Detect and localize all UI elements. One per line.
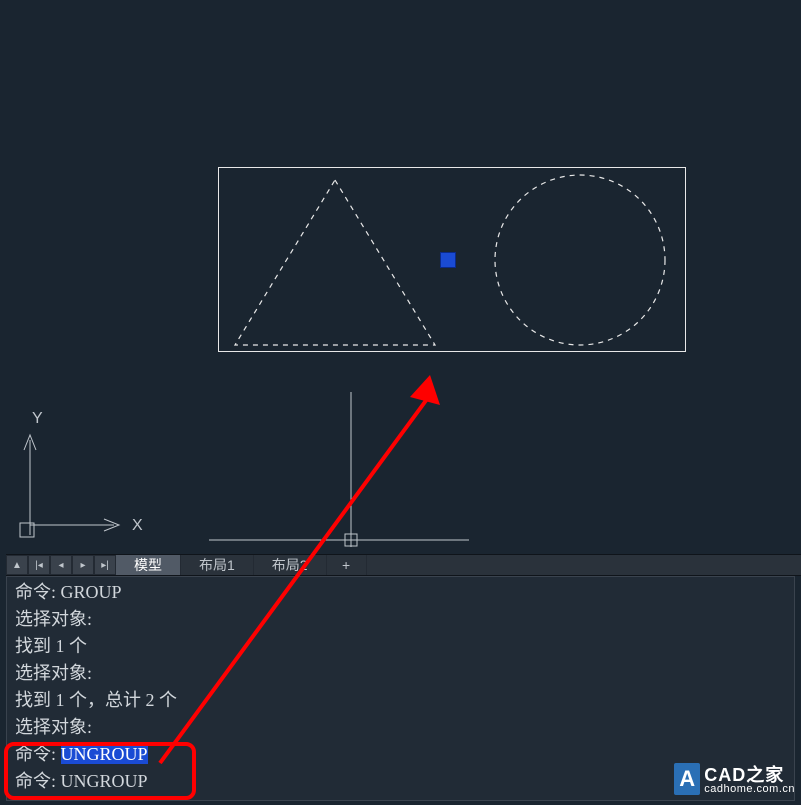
watermark-url: cadhome.com.cn (704, 784, 795, 795)
tab-first-icon[interactable]: |◂ (28, 555, 50, 575)
crosshair-cursor (209, 392, 479, 552)
watermark: A CAD之家 cadhome.com.cn (674, 763, 795, 795)
tab-scroll-up-icon[interactable]: ▲ (6, 555, 28, 575)
layout-tab-bar: ▲ |◂ ◂ ▸ ▸| 模型 布局1 布局2 + (6, 554, 801, 576)
tab-last-icon[interactable]: ▸| (94, 555, 116, 575)
svg-text:Y: Y (32, 410, 43, 427)
ucs-icon: Y X (14, 395, 164, 555)
cmd-prompt: 命令: (15, 744, 61, 764)
tab-model[interactable]: 模型 (116, 555, 181, 575)
selected-triangle[interactable] (230, 175, 440, 350)
cmd-history-line: 找到 1 个 (15, 633, 790, 660)
selection-grip[interactable] (440, 252, 456, 268)
cmd-selected-text: UNGROUP (61, 744, 148, 764)
svg-text:X: X (132, 517, 143, 534)
watermark-title: CAD之家 (704, 766, 795, 784)
tab-add-button[interactable]: + (327, 555, 367, 575)
cmd-history-line: 找到 1 个，总计 2 个 (15, 687, 790, 714)
watermark-badge-icon: A (674, 763, 700, 795)
drawing-canvas[interactable]: Y X (0, 0, 801, 555)
cmd-history-line: 选择对象: (15, 606, 790, 633)
tab-layout1[interactable]: 布局1 (181, 555, 254, 575)
tab-next-icon[interactable]: ▸ (72, 555, 94, 575)
tab-prev-icon[interactable]: ◂ (50, 555, 72, 575)
cmd-history-line: 选择对象: (15, 660, 790, 687)
cmd-history-line: 选择对象: (15, 714, 790, 741)
selected-circle[interactable] (490, 170, 670, 350)
tab-layout2[interactable]: 布局2 (254, 555, 327, 575)
cmd-history-line: 命令: GROUP (15, 579, 790, 606)
